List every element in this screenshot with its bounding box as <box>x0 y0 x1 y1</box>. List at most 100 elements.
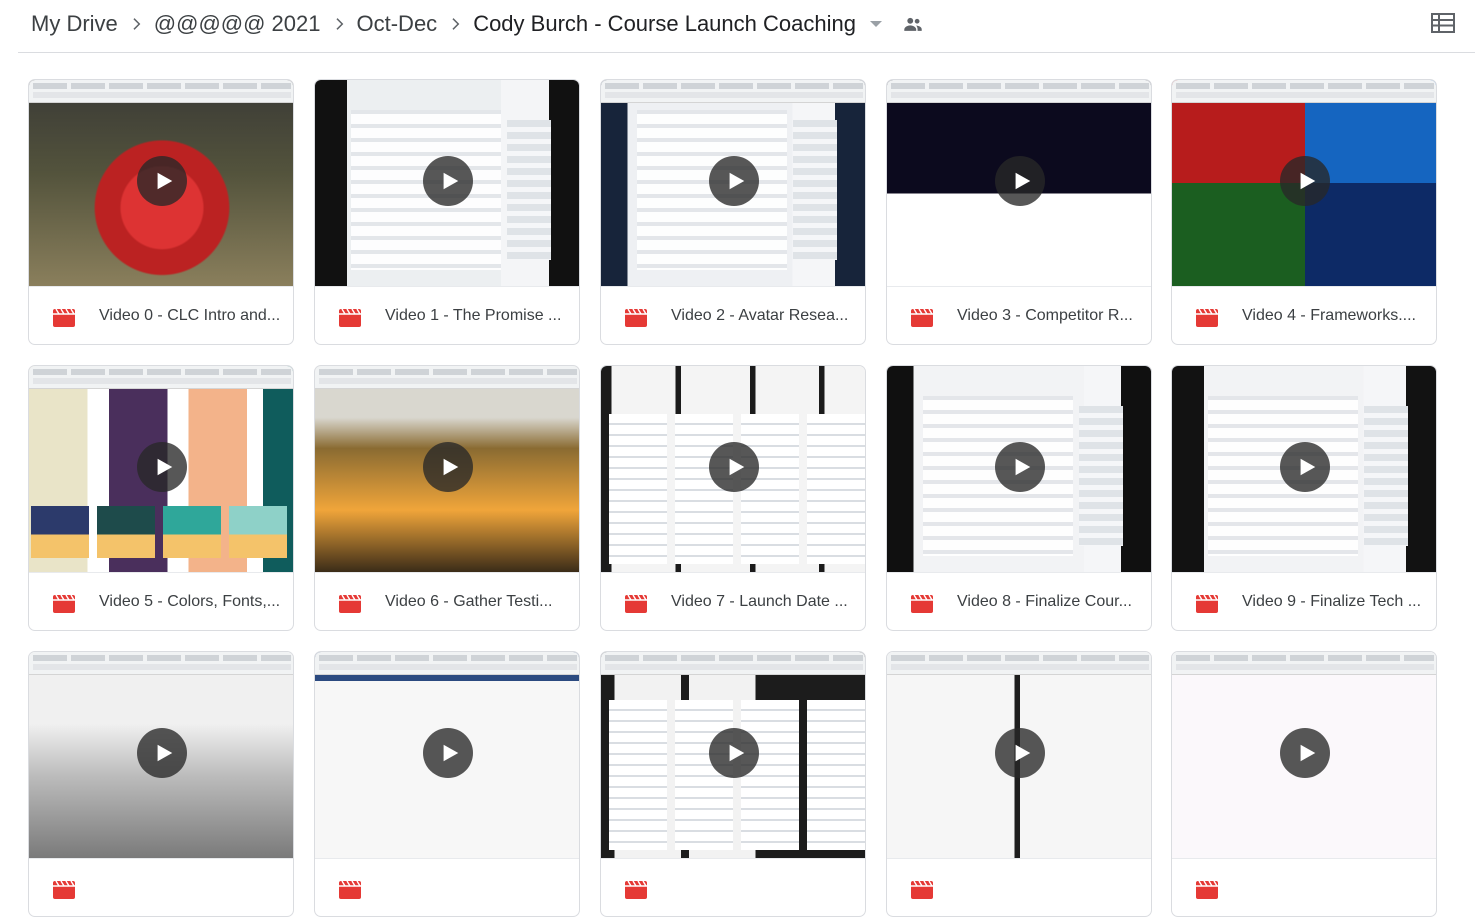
file-card[interactable] <box>314 651 580 917</box>
video-thumbnail[interactable] <box>29 652 293 858</box>
video-thumbnail[interactable] <box>601 652 865 858</box>
file-card[interactable]: Video 3 - Competitor R... <box>886 79 1152 345</box>
play-button[interactable] <box>137 728 187 778</box>
file-card[interactable]: Video 5 - Colors, Fonts,... <box>28 365 294 631</box>
video-thumbnail[interactable] <box>601 80 865 286</box>
video-file-icon <box>339 308 361 327</box>
thumbnail-browser-chrome <box>29 652 293 675</box>
video-thumbnail[interactable] <box>29 366 293 572</box>
file-card[interactable] <box>600 651 866 917</box>
file-name <box>99 876 281 900</box>
file-name: Video 6 - Gather Testi... <box>385 593 553 610</box>
video-thumbnail[interactable] <box>1172 80 1436 286</box>
caret-down-icon[interactable] <box>858 9 894 39</box>
file-card[interactable]: Video 7 - Launch Date ... <box>600 365 866 631</box>
play-button[interactable] <box>995 728 1045 778</box>
play-icon <box>729 172 745 190</box>
play-icon <box>1300 458 1316 476</box>
file-caption[interactable]: Video 8 - Finalize Cour... <box>887 572 1151 630</box>
play-button[interactable] <box>137 156 187 206</box>
file-card[interactable]: Video 1 - The Promise ... <box>314 79 580 345</box>
file-name: Video 1 - The Promise ... <box>385 307 562 324</box>
video-thumbnail[interactable] <box>1172 366 1436 572</box>
file-card[interactable] <box>28 651 294 917</box>
file-caption[interactable]: Video 1 - The Promise ... <box>315 286 579 344</box>
video-file-icon <box>339 880 361 899</box>
play-icon <box>1300 744 1316 762</box>
thumbnail-browser-chrome <box>1172 80 1436 103</box>
file-caption[interactable]: Video 2 - Avatar Resea... <box>601 286 865 344</box>
video-thumbnail[interactable] <box>29 80 293 286</box>
thumbnail-sidebar <box>507 120 551 260</box>
thumbnail-browser-chrome <box>887 652 1151 675</box>
video-thumbnail[interactable] <box>1172 652 1436 858</box>
thumbnail-browser-chrome <box>315 652 579 675</box>
video-file-icon <box>53 594 75 613</box>
color-swatch <box>31 506 89 558</box>
file-caption[interactable] <box>29 858 293 916</box>
play-button[interactable] <box>995 442 1045 492</box>
thumbnail-sidebar <box>1079 406 1123 546</box>
play-button[interactable] <box>709 728 759 778</box>
video-thumbnail[interactable] <box>887 366 1151 572</box>
video-file-icon <box>1196 594 1218 613</box>
play-button[interactable] <box>423 442 473 492</box>
grid-view-icon[interactable] <box>1430 12 1456 34</box>
file-caption[interactable]: Video 4 - Frameworks.... <box>1172 286 1436 344</box>
file-name: Video 3 - Competitor R... <box>957 307 1133 324</box>
file-caption[interactable]: Video 3 - Competitor R... <box>887 286 1151 344</box>
file-card[interactable]: Video 6 - Gather Testi... <box>314 365 580 631</box>
play-button[interactable] <box>137 442 187 492</box>
breadcrumb-folder-2021[interactable]: @@@@@ 2021 <box>154 9 321 39</box>
drive-header: My Drive @@@@@ 2021 Oct-Dec Cody Burch -… <box>0 0 1475 52</box>
video-file-icon <box>1196 880 1218 899</box>
play-button[interactable] <box>1280 156 1330 206</box>
header-divider <box>18 52 1475 53</box>
play-icon <box>443 458 459 476</box>
video-thumbnail[interactable] <box>887 652 1151 858</box>
breadcrumb-current-folder[interactable]: Cody Burch - Course Launch Coaching <box>473 9 856 39</box>
file-caption[interactable] <box>887 858 1151 916</box>
file-name: Video 9 - Finalize Tech ... <box>1242 593 1422 610</box>
video-thumbnail[interactable] <box>601 366 865 572</box>
file-card[interactable]: Video 4 - Frameworks.... <box>1171 79 1437 345</box>
file-card[interactable]: Video 8 - Finalize Cour... <box>886 365 1152 631</box>
video-thumbnail[interactable] <box>315 80 579 286</box>
play-button[interactable] <box>1280 442 1330 492</box>
play-button[interactable] <box>1280 728 1330 778</box>
play-button[interactable] <box>709 156 759 206</box>
file-caption[interactable]: Video 5 - Colors, Fonts,... <box>29 572 293 630</box>
file-card[interactable]: Video 0 - CLC Intro and... <box>28 79 294 345</box>
file-card[interactable] <box>1171 651 1437 917</box>
play-button[interactable] <box>995 156 1045 206</box>
play-icon <box>1300 172 1316 190</box>
thumbnail-list-column <box>609 700 667 850</box>
video-thumbnail[interactable] <box>887 80 1151 286</box>
file-caption[interactable]: Video 6 - Gather Testi... <box>315 572 579 630</box>
play-button[interactable] <box>423 156 473 206</box>
play-button[interactable] <box>423 728 473 778</box>
video-thumbnail[interactable] <box>315 366 579 572</box>
video-thumbnail[interactable] <box>315 652 579 858</box>
breadcrumb-folder-oct-dec[interactable]: Oct-Dec <box>357 9 438 39</box>
file-caption[interactable]: Video 9 - Finalize Tech ... <box>1172 572 1436 630</box>
thumbnail-list-column <box>807 700 865 850</box>
video-file-icon <box>53 880 75 899</box>
people-icon[interactable] <box>898 9 928 39</box>
thumbnail-list-column <box>741 414 799 564</box>
file-card[interactable]: Video 9 - Finalize Tech ... <box>1171 365 1437 631</box>
file-caption[interactable] <box>1172 858 1436 916</box>
breadcrumb-my-drive[interactable]: My Drive <box>31 9 118 39</box>
file-card[interactable]: Video 2 - Avatar Resea... <box>600 79 866 345</box>
play-icon <box>729 744 745 762</box>
file-caption[interactable]: Video 7 - Launch Date ... <box>601 572 865 630</box>
play-button[interactable] <box>709 442 759 492</box>
file-caption[interactable] <box>601 858 865 916</box>
play-icon <box>1015 744 1031 762</box>
file-caption[interactable] <box>315 858 579 916</box>
play-icon <box>443 172 459 190</box>
file-name <box>671 876 853 900</box>
file-card[interactable] <box>886 651 1152 917</box>
file-caption[interactable]: Video 0 - CLC Intro and... <box>29 286 293 344</box>
video-file-icon <box>53 308 75 327</box>
